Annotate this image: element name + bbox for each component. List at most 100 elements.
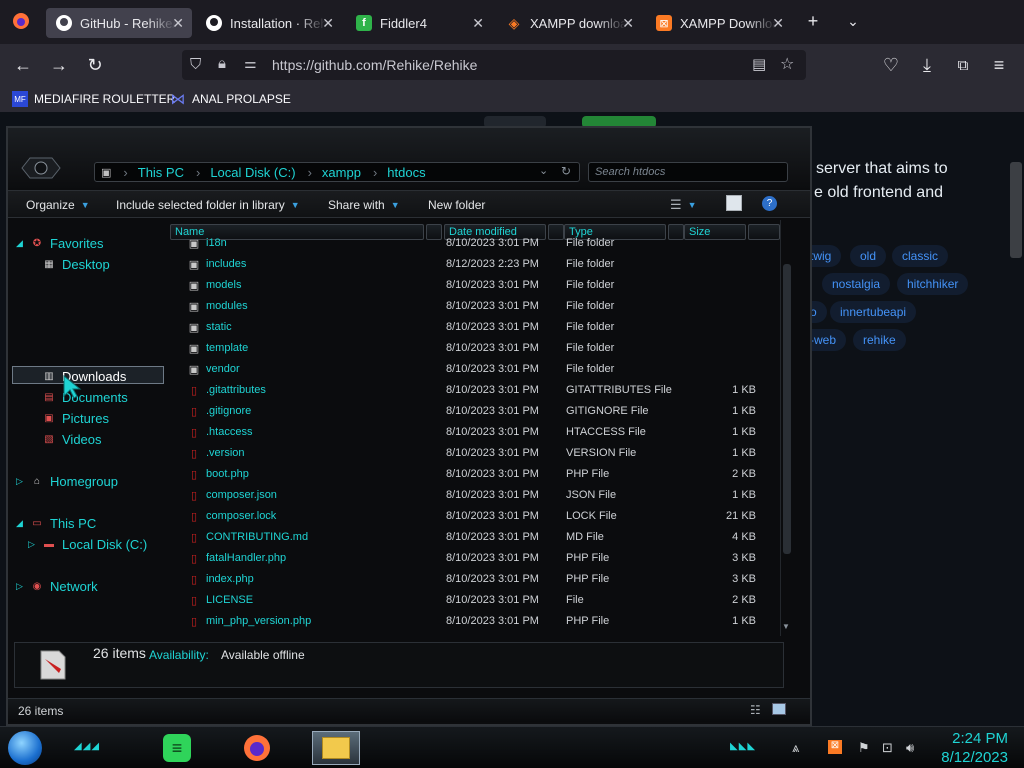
back-button[interactable]: ← xyxy=(10,52,36,78)
tab-github[interactable]: GitHub - Rehike/Rehike ✕ xyxy=(46,8,192,38)
topic-tag[interactable]: hitchhiker xyxy=(897,273,969,295)
list-tabs-button[interactable]: ⌄ xyxy=(840,8,866,34)
url-text[interactable]: https://github.com/Rehike/Rehike xyxy=(272,57,477,73)
network-tray-icon[interactable]: ⊡ xyxy=(882,740,893,756)
page-scrollbar[interactable] xyxy=(1010,162,1022,258)
nav-homegroup[interactable]: ▷ ⌂ Homegroup xyxy=(16,472,118,490)
menu-icon[interactable]: ≡ xyxy=(986,52,1012,78)
table-row[interactable]: ▣ includes 8/12/2023 2:23 PM File folder xyxy=(168,254,780,275)
breadcrumb-local-disk[interactable]: Local Disk (C:) xyxy=(196,165,295,180)
taskbar-firefox[interactable] xyxy=(242,733,272,763)
nav-documents[interactable]: ▤ Documents xyxy=(42,388,127,406)
expand-arrow-icon[interactable]: ◢ xyxy=(16,238,24,249)
table-row[interactable]: ▣ i18n 8/10/2023 3:01 PM File folder xyxy=(168,233,780,254)
view-options-icon[interactable]: ☰ ▼ xyxy=(670,197,697,213)
topic-tag[interactable]: classic xyxy=(892,245,949,267)
nav-this-pc[interactable]: ◢ ▭ This PC xyxy=(16,514,96,532)
nav-network[interactable]: ▷ ◉ Network xyxy=(16,577,98,595)
organize-button[interactable]: Organize ▼ xyxy=(26,198,90,212)
taskbar-file-explorer[interactable] xyxy=(312,731,360,765)
table-row[interactable]: ▯ .gitignore 8/10/2023 3:01 PM GITIGNORE Fi… xyxy=(168,401,780,422)
table-row[interactable]: ▣ vendor 8/10/2023 3:01 PM File folder xyxy=(168,359,780,380)
breadcrumb-this-pc[interactable]: This PC xyxy=(123,165,184,180)
address-bar[interactable]: ▣ This PC Local Disk (C:) xampp htdocs ⌄… xyxy=(94,162,580,182)
nav-local-disk[interactable]: ▷ ▬ Local Disk (C:) xyxy=(28,535,147,553)
firefox-view-icon[interactable] xyxy=(8,8,34,34)
forward-button[interactable]: → xyxy=(46,52,72,78)
bookmark-item[interactable]: ⋈ ANAL PROLAPSE xyxy=(170,91,291,108)
shield-icon[interactable]: ⛉ xyxy=(190,56,201,73)
table-row[interactable]: ▣ static 8/10/2023 3:01 PM File folder xyxy=(168,317,780,338)
vertical-scrollbar[interactable]: ▼ xyxy=(780,220,792,636)
share-with-button[interactable]: Share with ▼ xyxy=(328,198,400,212)
expand-arrow-icon[interactable]: ▷ xyxy=(28,539,36,550)
close-tab-icon[interactable]: ✕ xyxy=(322,15,334,32)
expand-arrow-icon[interactable]: ▷ xyxy=(16,581,24,592)
table-row[interactable]: ▣ modules 8/10/2023 3:01 PM File folder xyxy=(168,296,780,317)
table-row[interactable]: ▯ .htaccess 8/10/2023 3:01 PM HTACCESS File… xyxy=(168,422,780,443)
large-icons-view-icon[interactable] xyxy=(772,703,786,715)
chevron-down-icon[interactable]: ⌄ xyxy=(539,164,548,177)
breadcrumb-xampp[interactable]: xampp xyxy=(308,165,361,180)
table-row[interactable]: ▯ .gitattributes 8/10/2023 3:01 PM GITATTRI… xyxy=(168,380,780,401)
table-row[interactable]: ▯ composer.json 8/10/2023 3:01 PM JSON File… xyxy=(168,485,780,506)
table-row[interactable]: ▯ boot.php 8/10/2023 3:01 PM PHP File 2 KB xyxy=(168,464,780,485)
nav-desktop[interactable]: ▦ Desktop xyxy=(42,255,109,273)
search-input[interactable]: Search htdocs xyxy=(588,162,788,182)
include-in-library-button[interactable]: Include selected folder in library ▼ xyxy=(116,198,300,212)
refresh-icon[interactable]: ↻ xyxy=(561,164,571,178)
topic-tag[interactable]: nostalgia xyxy=(822,273,891,295)
show-hidden-icons[interactable]: ⩓ xyxy=(792,740,799,756)
extensions-icon[interactable]: ⧉ xyxy=(950,52,976,78)
nav-downloads[interactable]: ▥ Downloads xyxy=(42,367,126,385)
new-tab-button[interactable]: + xyxy=(800,8,826,34)
table-row[interactable]: ▯ LICENSE 8/10/2023 3:01 PM File 2 KB xyxy=(168,590,780,611)
table-row[interactable]: ▣ models 8/10/2023 3:01 PM File folder xyxy=(168,275,780,296)
lock-icon[interactable]: 🔒︎ xyxy=(218,55,226,72)
downloads-icon[interactable]: ⤓ xyxy=(914,52,940,78)
clock[interactable]: 2:24 PM 8/12/2023 xyxy=(941,729,1008,767)
reader-view-icon[interactable]: ▤ xyxy=(752,55,766,73)
table-row[interactable]: ▯ fatalHandler.php 8/10/2023 3:01 PM PHP Fi… xyxy=(168,548,780,569)
scroll-down-icon[interactable]: ▼ xyxy=(782,622,790,631)
bookmark-star-icon[interactable]: ☆ xyxy=(780,54,794,74)
nav-favorites[interactable]: ◢ ✪ Favorites xyxy=(16,234,103,252)
table-row[interactable]: ▯ index.php 8/10/2023 3:01 PM PHP File 3 KB xyxy=(168,569,780,590)
close-tab-icon[interactable]: ✕ xyxy=(622,15,634,32)
nav-videos[interactable]: ▧ Videos xyxy=(42,430,101,448)
tab-xampp-download[interactable]: ◈ XAMPP download ✕ xyxy=(496,8,642,38)
taskbar-notes-app[interactable]: ≡ xyxy=(162,733,192,763)
topic-tag[interactable]: old xyxy=(850,245,887,267)
tab-fiddler[interactable]: f Fiddler4 ✕ xyxy=(346,8,492,38)
table-row[interactable]: ▯ min_php_version.php 8/10/2023 3:01 PM PHP… xyxy=(168,611,780,632)
permissions-icon[interactable]: ⚌ xyxy=(244,55,257,72)
topic-tag[interactable]: rehike xyxy=(853,329,906,351)
new-folder-button[interactable]: New folder xyxy=(428,198,485,212)
action-center-flag-icon[interactable]: ⚑ xyxy=(858,740,870,756)
xampp-tray-icon[interactable]: ⊠ xyxy=(828,740,842,754)
tab-installation[interactable]: Installation · Rehike/Rehike ✕ xyxy=(196,8,342,38)
expand-arrow-icon[interactable]: ◢ xyxy=(16,518,24,529)
scrollbar-thumb[interactable] xyxy=(783,264,791,554)
preview-pane-icon[interactable] xyxy=(726,195,742,211)
start-button[interactable] xyxy=(8,731,42,765)
close-tab-icon[interactable]: ✕ xyxy=(772,15,784,32)
help-icon[interactable]: ? xyxy=(762,196,777,211)
volume-icon[interactable]: 🔊︎ xyxy=(906,740,914,756)
url-bar[interactable]: ⛉ 🔒︎ ⚌ https://github.com/Rehike/Rehike … xyxy=(182,50,806,80)
breadcrumb-htdocs[interactable]: htdocs xyxy=(373,165,425,180)
pocket-icon[interactable]: ♡ xyxy=(878,52,904,78)
reload-button[interactable]: ↻ xyxy=(82,52,108,78)
close-tab-icon[interactable]: ✕ xyxy=(172,15,184,32)
topic-tag[interactable]: innertubeapi xyxy=(830,301,917,323)
table-row[interactable]: ▯ CONTRIBUTING.md 8/10/2023 3:01 PM MD File… xyxy=(168,527,780,548)
bookmark-mediafire[interactable]: MF MEDIAFIRE ROULETTER xyxy=(12,91,175,107)
table-row[interactable]: ▯ composer.lock 8/10/2023 3:01 PM LOCK File… xyxy=(168,506,780,527)
back-forward-icon[interactable] xyxy=(18,154,64,182)
table-row[interactable]: ▯ .version 8/10/2023 3:01 PM VERSION File 1 … xyxy=(168,443,780,464)
expand-arrow-icon[interactable]: ▷ xyxy=(16,476,24,487)
nav-pictures[interactable]: ▣ Pictures xyxy=(42,409,109,427)
tab-xampp-download-2[interactable]: ⊠ XAMPP Download ✕ xyxy=(646,8,792,38)
table-row[interactable]: ▣ template 8/10/2023 3:01 PM File folder xyxy=(168,338,780,359)
details-view-icon[interactable]: ☷ xyxy=(750,703,761,717)
